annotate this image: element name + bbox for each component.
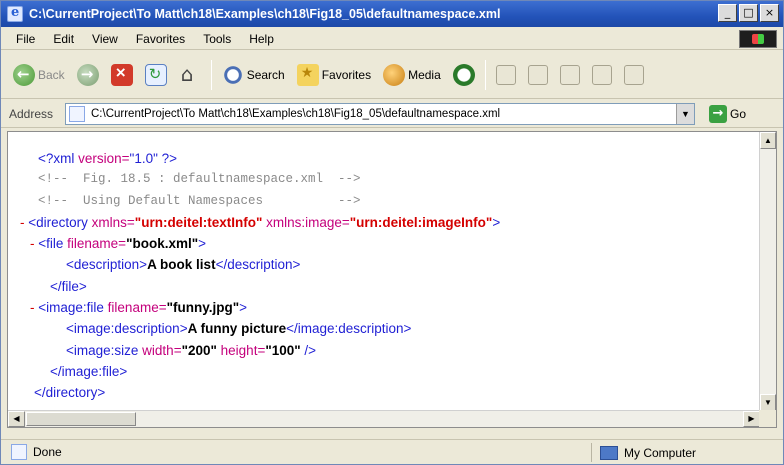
xml-element-image-size: <image:size width="200" height="100" /> [66,342,317,358]
menu-file[interactable]: File [7,32,44,46]
forward-button[interactable] [71,57,105,93]
scroll-thumb[interactable] [26,412,136,426]
size-grip [759,410,776,427]
scroll-left-icon[interactable]: ◀ [8,411,25,427]
address-input[interactable] [91,107,671,120]
back-label: Back [38,67,65,82]
edit-button[interactable] [554,57,586,93]
favorites-icon [296,63,319,86]
toolbar: Back Search Favorites Media [1,51,783,99]
vertical-scrollbar[interactable]: ▲ ▼ [759,132,776,411]
home-button[interactable] [173,57,207,93]
refresh-button[interactable] [139,57,173,93]
forward-arrow-icon [76,63,99,86]
edit-icon [559,64,580,85]
print-icon [527,64,548,85]
media-icon [383,63,406,86]
title-bar[interactable]: C:\CurrentProject\To Matt\ch18\Examples\… [1,1,783,27]
mail-button[interactable] [490,57,522,93]
ie-icon [7,5,23,22]
history-button[interactable] [447,57,481,93]
search-icon [221,63,244,86]
status-bar: Done My Computer [1,439,783,464]
messenger-icon [623,64,644,85]
go-label: Go [730,106,747,121]
document-view[interactable]: <?xml version="1.0" ?> <!-- Fig. 18.5 : … [7,131,777,428]
zone-label: My Computer [624,445,697,460]
xml-element-file[interactable]: - <file filename="book.xml"> [20,233,500,254]
xml-declaration: <?xml version="1.0" ?> [38,151,178,166]
scroll-down-icon[interactable]: ▼ [760,394,776,411]
xml-tree: <?xml version="1.0" ?> <!-- Fig. 18.5 : … [20,148,500,404]
discuss-icon [591,64,612,85]
address-bar: Address ▼ → Go [1,100,783,128]
favorites-label: Favorites [321,67,372,82]
windows-logo-icon [739,30,777,48]
xml-comment: <!-- Fig. 18.5 : defaultnamespace.xml --… [38,172,361,187]
page-done-icon [11,444,27,460]
xml-element-description: <description>A book list</description> [66,257,301,273]
xml-close-directory: </directory> [34,385,106,401]
menu-bar: File Edit View Favorites Tools Help [1,28,783,50]
xml-element-image-description: <image:description>A funny picture</imag… [66,321,412,337]
back-arrow-icon [13,63,35,86]
my-computer-icon [600,445,618,460]
print-button[interactable] [522,57,554,93]
status-text: Done [33,445,62,459]
home-icon [179,62,201,86]
browser-window: C:\CurrentProject\To Matt\ch18\Examples\… [0,0,784,465]
refresh-icon [144,63,167,86]
security-zone: My Computer [591,443,781,462]
address-box[interactable]: ▼ [65,102,695,125]
close-button[interactable]: × [760,4,779,22]
xml-element-directory[interactable]: - <directory xmlns="urn:deitel:textInfo"… [20,212,500,233]
messenger-button[interactable] [618,57,650,93]
go-arrow-icon: → [709,104,727,123]
page-icon [69,105,85,122]
stop-button[interactable] [105,57,139,93]
media-button[interactable]: Media [377,57,447,93]
toolbar-separator [484,59,486,90]
xml-close-file: </file> [50,278,87,294]
media-label: Media [408,67,441,82]
horizontal-scrollbar[interactable]: ◀ ▶ [8,410,760,427]
search-button[interactable]: Search [216,57,291,93]
minimize-button[interactable]: _ [718,4,737,22]
stop-icon [110,63,133,86]
collapse-toggle[interactable]: - [30,300,38,315]
menu-help[interactable]: Help [240,32,283,46]
favorites-button[interactable]: Favorites [291,57,377,93]
mail-icon [495,64,516,85]
xml-comment: <!-- Using Default Namespaces --> [38,193,361,208]
back-button[interactable]: Back [7,57,71,93]
window-title: C:\CurrentProject\To Matt\ch18\Examples\… [29,7,501,21]
scroll-right-icon[interactable]: ▶ [743,411,760,427]
discuss-button[interactable] [586,57,618,93]
go-button[interactable]: → Go [709,104,747,123]
search-label: Search [246,67,285,82]
toolbar-separator [210,59,212,90]
window-controls: _ □ × [718,4,779,22]
scroll-up-icon[interactable]: ▲ [760,132,776,149]
menu-edit[interactable]: Edit [44,32,83,46]
history-icon [452,63,475,86]
address-label: Address [9,106,54,121]
xml-element-image-file[interactable]: - <image:file filename="funny.jpg"> [20,297,500,318]
menu-view[interactable]: View [83,32,127,46]
collapse-toggle[interactable]: - [30,236,38,251]
address-dropdown-icon[interactable]: ▼ [676,103,694,124]
collapse-toggle[interactable]: - [20,215,28,230]
xml-close-image-file: </image:file> [50,363,128,379]
maximize-button[interactable]: □ [739,4,758,22]
menu-tools[interactable]: Tools [194,32,240,46]
menu-favorites[interactable]: Favorites [127,32,194,46]
